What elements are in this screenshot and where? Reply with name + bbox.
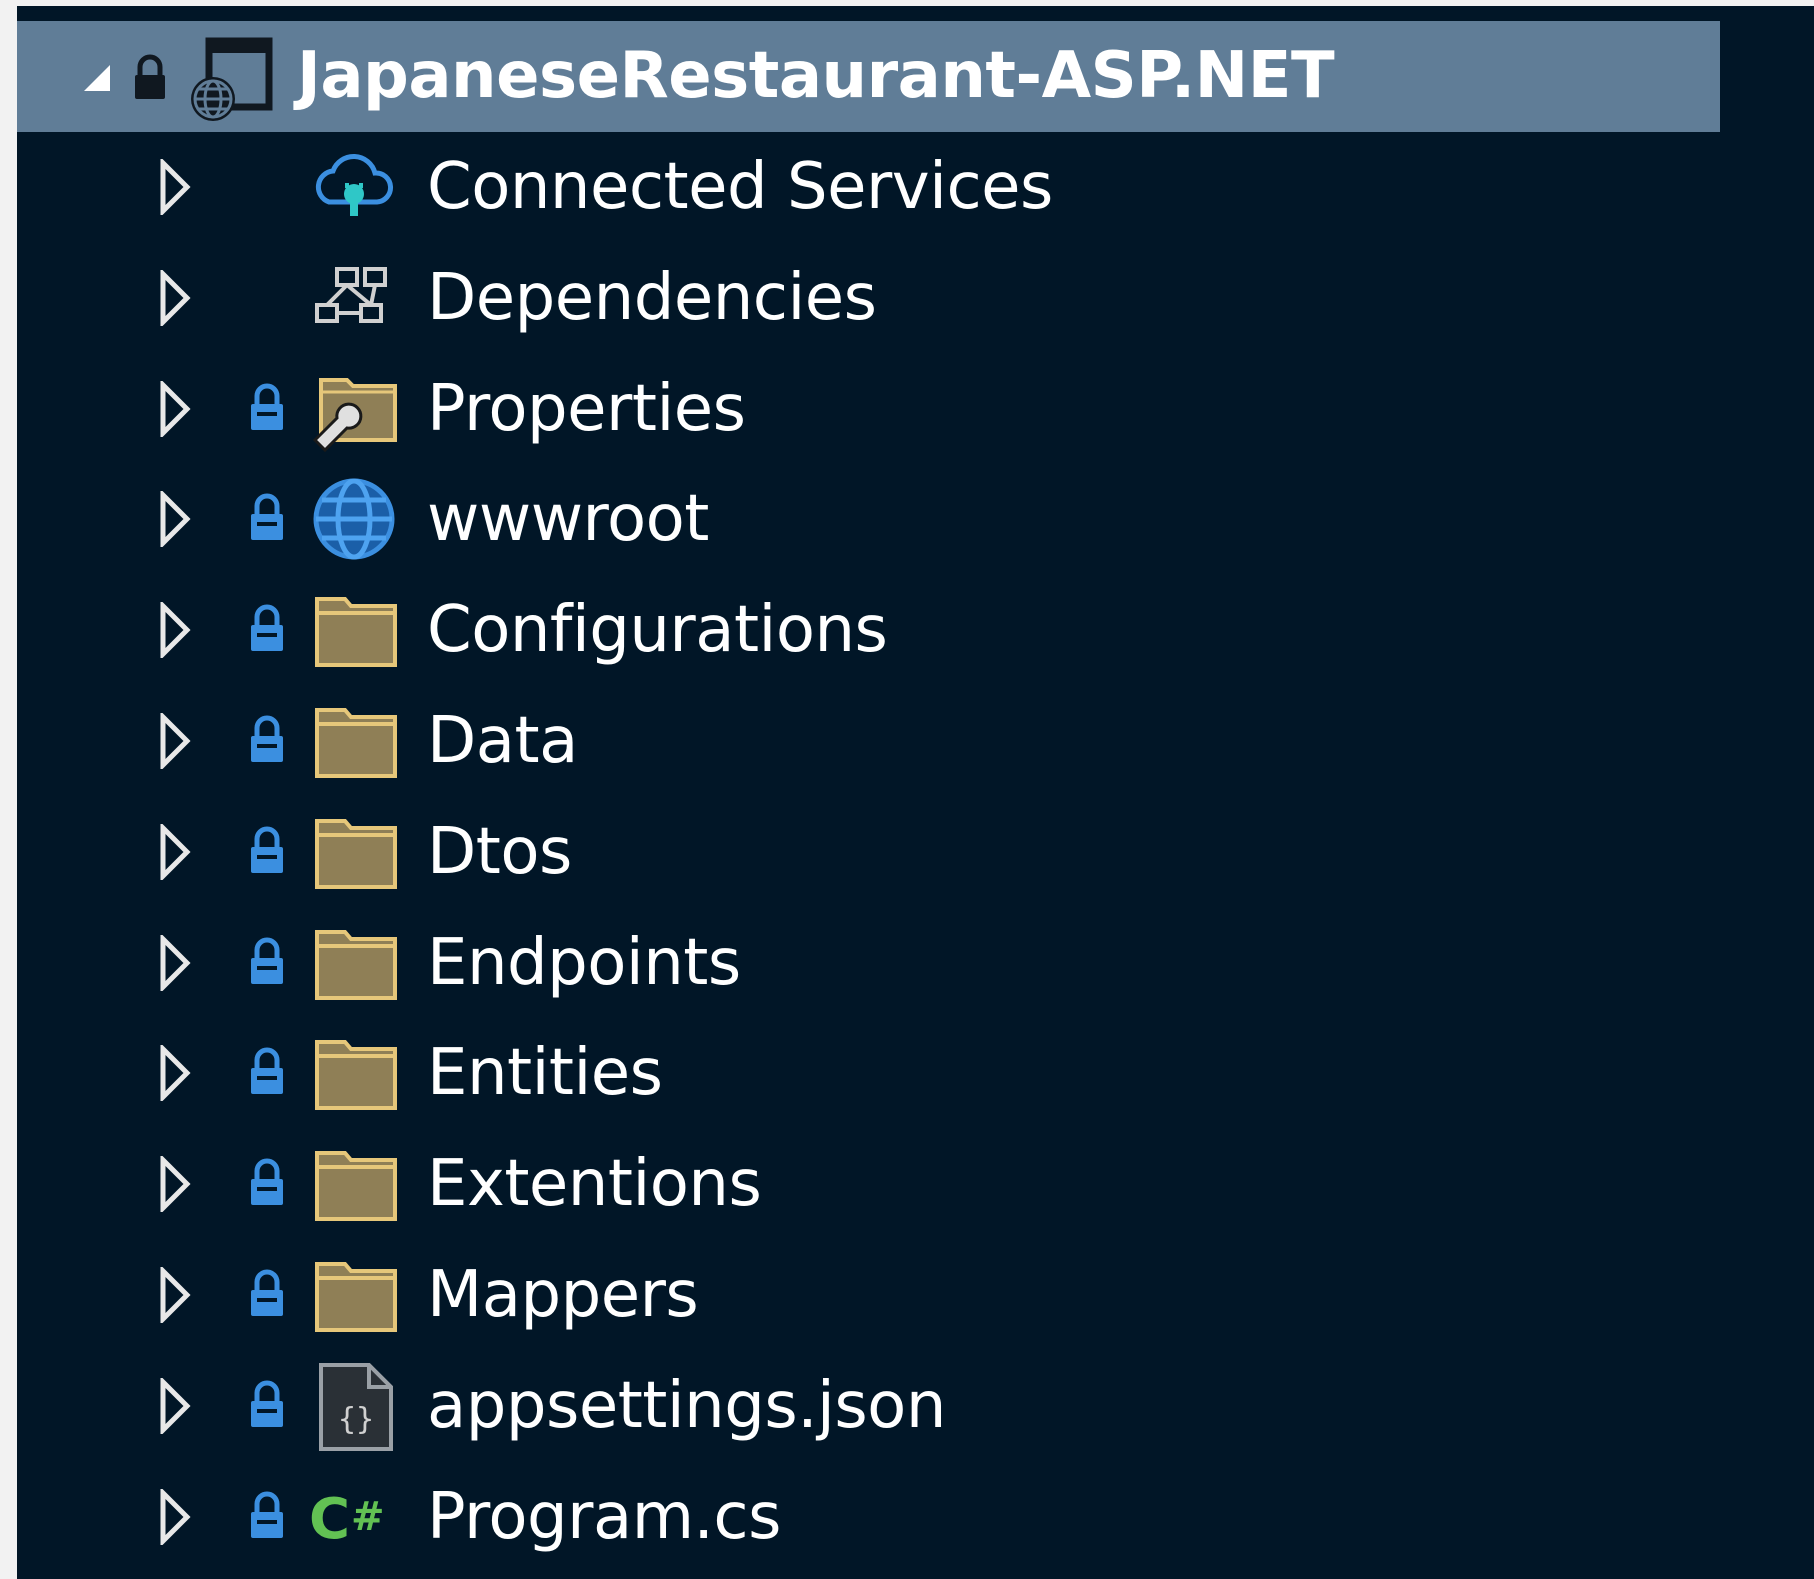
lock-icon — [247, 1490, 287, 1540]
tree-item-label: Connected Services — [427, 150, 1053, 224]
collapsed-arrow-icon[interactable] — [157, 710, 193, 772]
lock-icon — [247, 1268, 287, 1318]
tree-item-label: Extentions — [427, 1147, 762, 1221]
tree-item[interactable]: Dtos — [17, 797, 1814, 908]
tree-item-label: Entities — [427, 1036, 663, 1110]
expanded-arrow-icon[interactable] — [80, 61, 114, 95]
folder-icon — [307, 694, 401, 788]
properties-folder-icon — [307, 362, 401, 456]
tree-item-label: Dtos — [427, 815, 572, 889]
solution-explorer-tree: JapaneseRestaurant-ASP.NET Connected Ser… — [17, 6, 1814, 1579]
lock-icon — [247, 1379, 287, 1429]
svg-text:C: C — [309, 1487, 350, 1552]
folder-icon — [307, 805, 401, 899]
tree-item[interactable]: Mappers — [17, 1240, 1814, 1351]
web-project-icon — [191, 37, 273, 121]
tree-item[interactable]: Properties — [17, 354, 1814, 465]
connected-services-icon — [307, 140, 401, 234]
tree-item-label: appsettings.json — [427, 1369, 946, 1443]
lock-icon — [247, 825, 287, 875]
tree-item[interactable]: Connected Services — [17, 132, 1814, 243]
tree-item[interactable]: C # Program.cs — [17, 1462, 1814, 1573]
collapsed-arrow-icon[interactable] — [157, 378, 193, 440]
tree-item[interactable]: Extentions — [17, 1129, 1814, 1240]
lock-icon — [247, 382, 287, 432]
collapsed-arrow-icon[interactable] — [157, 599, 193, 661]
collapsed-arrow-icon[interactable] — [157, 1042, 193, 1104]
lock-icon — [247, 936, 287, 986]
lock-icon — [247, 492, 287, 542]
tree-item[interactable]: wwwroot — [17, 464, 1814, 575]
tree-item-label: Data — [427, 704, 578, 778]
lock-icon — [247, 714, 287, 764]
tree-root-project[interactable]: JapaneseRestaurant-ASP.NET — [17, 21, 1720, 132]
globe-icon — [307, 472, 401, 566]
svg-text:#: # — [351, 1494, 385, 1540]
lock-icon — [247, 1157, 287, 1207]
tree-item-label: Mappers — [427, 1258, 699, 1332]
collapsed-arrow-icon[interactable] — [157, 932, 193, 994]
tree-item-label: Dependencies — [427, 261, 877, 335]
collapsed-arrow-icon[interactable] — [157, 1486, 193, 1548]
tree-item-label: Configurations — [427, 593, 888, 667]
folder-icon — [307, 1137, 401, 1231]
collapsed-arrow-icon[interactable] — [157, 1264, 193, 1326]
lock-icon — [247, 1046, 287, 1096]
folder-icon — [307, 916, 401, 1010]
project-name-label: JapaneseRestaurant-ASP.NET — [297, 39, 1335, 113]
tree-item[interactable]: Entities — [17, 1018, 1814, 1129]
tree-item[interactable]: Dependencies — [17, 243, 1814, 354]
tree-item-label: Program.cs — [427, 1480, 781, 1554]
tree-item-label: Endpoints — [427, 926, 741, 1000]
folder-icon — [307, 583, 401, 677]
tree-item[interactable]: {} appsettings.json — [17, 1351, 1814, 1462]
tree-item[interactable]: Configurations — [17, 575, 1814, 686]
tree-item[interactable]: Endpoints — [17, 908, 1814, 1019]
csharp-file-icon: C # — [307, 1470, 401, 1564]
tree-item-label: Properties — [427, 372, 746, 446]
collapsed-arrow-icon[interactable] — [157, 1375, 193, 1437]
lock-icon — [135, 54, 165, 99]
collapsed-arrow-icon[interactable] — [157, 821, 193, 883]
collapsed-arrow-icon[interactable] — [157, 267, 193, 329]
collapsed-arrow-icon[interactable] — [157, 156, 193, 218]
collapsed-arrow-icon[interactable] — [157, 1153, 193, 1215]
folder-icon — [307, 1026, 401, 1120]
folder-icon — [307, 1248, 401, 1342]
lock-icon — [247, 603, 287, 653]
svg-text:{}: {} — [338, 1402, 374, 1437]
json-file-icon: {} — [307, 1359, 401, 1453]
collapsed-arrow-icon[interactable] — [157, 488, 193, 550]
tree-item[interactable]: Data — [17, 686, 1814, 797]
dependencies-icon — [307, 251, 401, 345]
tree-item-label: wwwroot — [427, 482, 709, 556]
